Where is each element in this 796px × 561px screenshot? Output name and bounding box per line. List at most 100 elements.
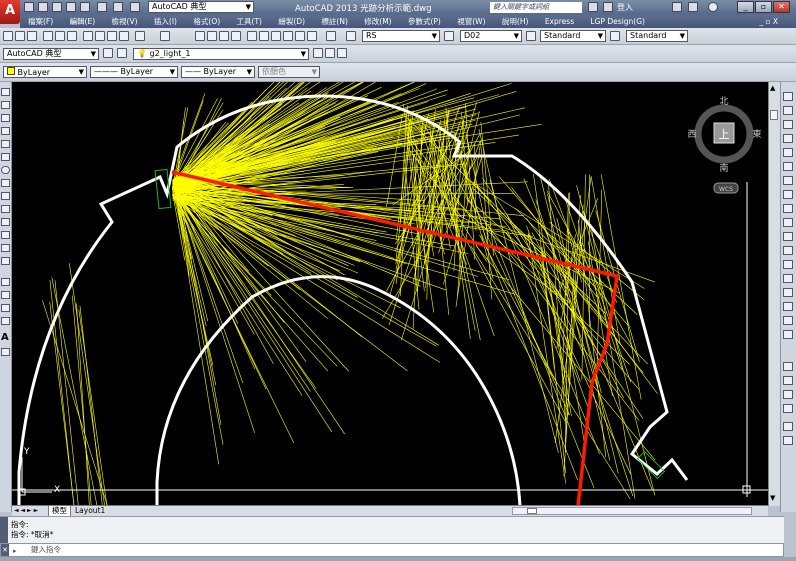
polyline-icon[interactable] xyxy=(1,114,10,122)
menu-lgp-design[interactable]: LGP Design(G) xyxy=(591,15,645,28)
exchange-icon[interactable] xyxy=(672,2,682,12)
add-selected-icon[interactable] xyxy=(1,348,10,356)
close-button[interactable]: ✕ xyxy=(773,1,790,13)
point-icon[interactable] xyxy=(1,257,10,265)
command-line[interactable]: ✕ ▸ 鍵入指令 xyxy=(0,543,784,557)
help-icon[interactable] xyxy=(326,31,336,41)
break-at-point-icon[interactable] xyxy=(783,246,793,255)
line-icon[interactable] xyxy=(1,88,10,96)
drawing-window-controls[interactable]: _ ▫ X xyxy=(759,15,778,28)
rotate-icon[interactable] xyxy=(783,176,793,185)
dim-style-icon[interactable] xyxy=(444,31,454,41)
scale-icon[interactable] xyxy=(783,190,793,199)
gradient-icon[interactable] xyxy=(1,291,10,299)
ellipse-arc-icon[interactable] xyxy=(1,218,10,226)
text-front-icon[interactable] xyxy=(783,422,793,431)
table-style-icon[interactable] xyxy=(526,31,536,41)
tool-palettes-icon[interactable] xyxy=(271,31,281,41)
draw-order-back-icon[interactable] xyxy=(783,376,793,385)
print-icon[interactable] xyxy=(97,2,107,12)
text-style-icon[interactable] xyxy=(346,31,356,41)
publish-icon[interactable] xyxy=(67,31,77,41)
stretch-icon[interactable] xyxy=(783,204,793,213)
drawing-canvas[interactable]: Y X 上 北 南 西 東 WCS xyxy=(12,82,768,506)
join-icon[interactable] xyxy=(783,274,793,283)
help-search-input[interactable]: 鍵入關鍵字或詞組 xyxy=(490,2,582,13)
tab-layout1[interactable]: Layout1 xyxy=(72,506,108,516)
design-center-icon[interactable] xyxy=(259,31,269,41)
save-icon[interactable] xyxy=(27,31,37,41)
menu-format[interactable]: 格式(O) xyxy=(193,15,220,28)
command-window-grip[interactable] xyxy=(0,517,8,544)
undo-icon[interactable] xyxy=(113,2,123,12)
vertical-scrollbar[interactable]: ▲ ▼ xyxy=(768,82,780,506)
menu-file[interactable]: 檔案(F) xyxy=(28,15,53,28)
color-dropdown[interactable]: ByLayer ▼ xyxy=(3,66,87,78)
workspace-settings-icon[interactable] xyxy=(103,48,113,58)
undo-icon[interactable] xyxy=(135,31,145,41)
autodesk-a-icon[interactable] xyxy=(688,2,698,12)
new-icon[interactable] xyxy=(3,31,13,41)
command-input-placeholder[interactable]: 鍵入指令 xyxy=(31,544,61,556)
redo-icon[interactable] xyxy=(160,31,170,41)
arc-icon[interactable] xyxy=(1,153,10,161)
fillet-icon[interactable] xyxy=(783,302,793,311)
properties-icon[interactable] xyxy=(247,31,257,41)
rectangle-icon[interactable] xyxy=(1,140,10,148)
lineweight-dropdown[interactable]: —— ByLayer ▼ xyxy=(181,66,255,78)
spline-icon[interactable] xyxy=(1,192,10,200)
layer-previous-icon[interactable] xyxy=(325,48,335,58)
plot-icon[interactable] xyxy=(80,2,90,12)
table-icon[interactable] xyxy=(1,317,10,325)
binoculars-icon[interactable] xyxy=(588,2,598,12)
blend-curves-icon[interactable] xyxy=(783,316,793,325)
pan-icon[interactable] xyxy=(195,31,205,41)
scroll-thumb[interactable] xyxy=(770,110,778,120)
table-style-dropdown[interactable]: Standard ▼ xyxy=(540,30,606,42)
multiline-text-icon[interactable]: A xyxy=(1,332,9,343)
layer-properties-icon[interactable] xyxy=(117,48,127,58)
tab-navigation-arrows[interactable]: ◄ ◄ ► ► xyxy=(14,506,38,516)
minimize-button[interactable]: _ xyxy=(737,1,754,13)
send-under-icon[interactable] xyxy=(783,404,793,413)
scroll-up-icon[interactable]: ▲ xyxy=(770,84,775,92)
scroll-down-icon[interactable]: ▼ xyxy=(770,494,775,502)
close-icon[interactable]: ✕ xyxy=(1,544,9,556)
break-icon[interactable] xyxy=(783,260,793,269)
match-properties-icon[interactable] xyxy=(119,31,129,41)
layer-dropdown[interactable]: 💡 g2_light_1 ▼ xyxy=(133,48,309,60)
chamfer-icon[interactable] xyxy=(783,288,793,297)
text-style-dropdown[interactable]: RS ▼ xyxy=(362,30,440,42)
viewcube[interactable]: 上 北 南 西 東 WCS xyxy=(687,96,762,194)
construction-line-icon[interactable] xyxy=(1,101,10,109)
markup-icon[interactable] xyxy=(295,31,305,41)
redo-icon[interactable] xyxy=(130,2,140,12)
layer-state-icon[interactable] xyxy=(337,48,347,58)
copy-icon[interactable] xyxy=(95,31,105,41)
compass-east[interactable]: 東 xyxy=(752,128,761,140)
polygon-icon[interactable] xyxy=(1,127,10,135)
save-as-icon[interactable] xyxy=(66,2,76,12)
mirror-icon[interactable] xyxy=(783,120,793,129)
menu-draw[interactable]: 繪製(D) xyxy=(278,15,305,28)
make-current-icon[interactable] xyxy=(313,48,323,58)
menu-edit[interactable]: 編輯(E) xyxy=(70,15,96,28)
help-icon[interactable] xyxy=(708,2,718,12)
print-icon[interactable] xyxy=(43,31,53,41)
menu-tools[interactable]: 工具(T) xyxy=(237,15,262,28)
trim-icon[interactable] xyxy=(783,218,793,227)
horizontal-scroll-thumb[interactable] xyxy=(527,508,537,514)
insert-block-icon[interactable] xyxy=(1,231,10,239)
multileader-style-icon[interactable] xyxy=(610,31,620,41)
zoom-realtime-icon[interactable] xyxy=(207,31,217,41)
zoom-window-icon[interactable] xyxy=(219,31,229,41)
draw-order-front-icon[interactable] xyxy=(783,362,793,371)
menu-view[interactable]: 檢視(V) xyxy=(112,15,138,28)
new-icon[interactable] xyxy=(24,2,34,12)
linetype-dropdown[interactable]: ——— ByLayer ▼ xyxy=(90,66,178,78)
compass-west[interactable]: 西 xyxy=(687,129,696,140)
multileader-style-dropdown[interactable]: Standard ▼ xyxy=(626,30,688,42)
hatch-back-icon[interactable] xyxy=(783,436,793,445)
application-menu-button[interactable]: A xyxy=(0,0,20,24)
plotstyle-dropdown[interactable]: 依顏色 ▼ xyxy=(258,66,320,78)
